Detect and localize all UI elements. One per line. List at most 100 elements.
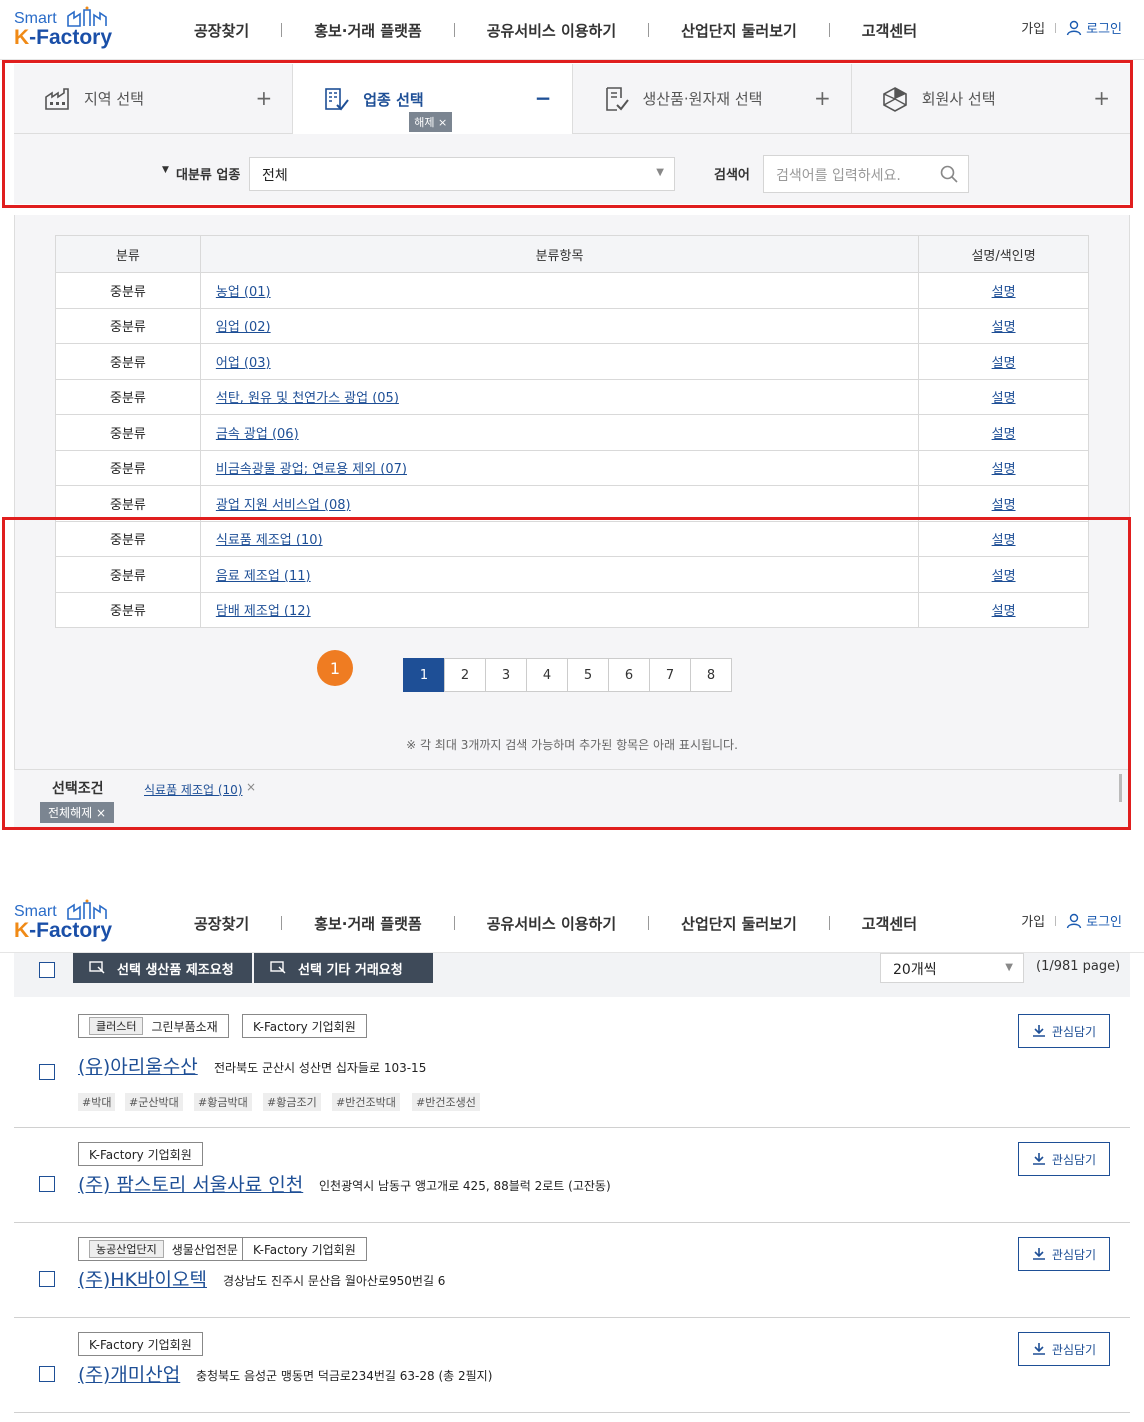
company-checkbox[interactable] bbox=[39, 1366, 55, 1382]
row-item-cell: 금속 광업 (06) bbox=[199, 414, 920, 451]
company-hashtag[interactable]: #반건조박대 bbox=[332, 1093, 400, 1111]
tab-member[interactable]: 회원사 선택 + bbox=[851, 64, 1130, 134]
page-6-button[interactable]: 6 bbox=[608, 658, 650, 692]
company-tag: K-Factory 기업회원 bbox=[78, 1142, 203, 1166]
row-desc-link[interactable]: 설명 bbox=[992, 498, 1016, 513]
company-hashtag[interactable]: #박대 bbox=[78, 1093, 116, 1111]
row-item-link[interactable]: 어업 (03) bbox=[216, 356, 271, 371]
company-hashtag[interactable]: #황금박대 bbox=[194, 1093, 252, 1111]
add-favorite-button[interactable]: 관심담기 bbox=[1018, 1142, 1110, 1176]
row-item-link[interactable]: 담배 제조업 (12) bbox=[216, 604, 311, 619]
add-favorite-button[interactable]: 관심담기 bbox=[1018, 1237, 1110, 1271]
tab-product-expand-icon[interactable]: + bbox=[814, 86, 831, 110]
add-favorite-button[interactable]: 관심담기 bbox=[1018, 1332, 1110, 1366]
row-item-link[interactable]: 음료 제조업 (11) bbox=[216, 569, 311, 584]
nav-customer-center[interactable]: 고객센터 bbox=[844, 913, 935, 934]
login-label: 로그인 bbox=[1086, 22, 1122, 37]
nav-promo-platform[interactable]: 홍보·거래 플랫폼 bbox=[296, 20, 440, 41]
nav-industrial-complex[interactable]: 산업단지 둘러보기 bbox=[663, 20, 815, 41]
selected-condition-item[interactable]: 식료품 제조업 (10) bbox=[144, 781, 243, 798]
add-favorite-label: 관심담기 bbox=[1051, 1247, 1097, 1262]
trade-request-button[interactable]: 선택 기타 거래요청 bbox=[254, 953, 433, 983]
nav-customer-center[interactable]: 고객센터 bbox=[844, 20, 935, 41]
nav-promo-platform[interactable]: 홍보·거래 플랫폼 bbox=[296, 913, 440, 934]
page-1-button[interactable]: 1 bbox=[403, 658, 445, 692]
row-desc-link[interactable]: 설명 bbox=[992, 569, 1016, 584]
page-8-button[interactable]: 8 bbox=[690, 658, 732, 692]
per-page-value: 20개씩 bbox=[893, 962, 937, 978]
row-item-link[interactable]: 비금속광물 광업; 연료용 제외 (07) bbox=[216, 462, 407, 477]
nav-factory-search[interactable]: 공장찾기 bbox=[176, 20, 267, 41]
tab-industry-collapse-icon[interactable]: − bbox=[535, 86, 552, 110]
tab-member-expand-icon[interactable]: + bbox=[1093, 86, 1110, 110]
login-link[interactable]: 로그인 bbox=[1066, 911, 1122, 930]
nav-factory-search[interactable]: 공장찾기 bbox=[176, 913, 267, 934]
row-item-link[interactable]: 광업 지원 서비스업 (08) bbox=[216, 498, 351, 513]
select-all-checkbox[interactable] bbox=[39, 962, 55, 978]
company-checkbox[interactable] bbox=[39, 1176, 55, 1192]
company-checkbox[interactable] bbox=[39, 1064, 55, 1080]
tab-industry[interactable]: 업종 선택 − 해제 × bbox=[293, 64, 573, 134]
company-checkbox[interactable] bbox=[39, 1271, 55, 1287]
row-desc-link[interactable]: 설명 bbox=[992, 427, 1016, 442]
nav-divider bbox=[281, 23, 283, 37]
row-desc-link[interactable]: 설명 bbox=[992, 320, 1016, 335]
util-menu: 가입 로그인 bbox=[1021, 911, 1122, 930]
nav-shared-service[interactable]: 공유서비스 이용하기 bbox=[469, 20, 634, 41]
company-name-link[interactable]: (주)HK바이오텍 bbox=[78, 1265, 207, 1292]
add-favorite-label: 관심담기 bbox=[1051, 1024, 1097, 1039]
add-favorite-button[interactable]: 관심담기 bbox=[1018, 1014, 1110, 1048]
category-select[interactable]: 전체 ▼ bbox=[249, 157, 675, 191]
row-desc-link[interactable]: 설명 bbox=[992, 356, 1016, 371]
clear-all-button[interactable]: 전체해제 × bbox=[40, 802, 115, 823]
company-hashtag[interactable]: #군산박대 bbox=[125, 1093, 183, 1111]
tab-region[interactable]: 지역 선택 + bbox=[14, 64, 294, 134]
search-icon[interactable] bbox=[940, 165, 958, 183]
search-label: 검색어 bbox=[714, 168, 750, 183]
row-desc-link[interactable]: 설명 bbox=[992, 604, 1016, 619]
row-desc-cell: 설명 bbox=[918, 272, 1089, 309]
row-item-link[interactable]: 농업 (01) bbox=[216, 285, 271, 300]
nav-industrial-complex[interactable]: 산업단지 둘러보기 bbox=[663, 913, 815, 934]
nav-shared-service[interactable]: 공유서비스 이용하기 bbox=[469, 913, 634, 934]
join-link[interactable]: 가입 bbox=[1021, 18, 1045, 37]
industry-clear-chip[interactable]: 해제 × bbox=[409, 112, 453, 132]
page-7-button[interactable]: 7 bbox=[649, 658, 691, 692]
per-page-select[interactable]: 20개씩 ▼ bbox=[880, 953, 1024, 983]
remove-condition-icon[interactable]: × bbox=[246, 780, 256, 794]
produce-request-button[interactable]: 선택 생산품 제조요청 bbox=[73, 953, 252, 983]
search-input[interactable]: 검색어를 입력하세요. bbox=[763, 155, 969, 193]
logo[interactable]: Smart K-Factory bbox=[14, 899, 114, 947]
main-nav: 공장찾기 홍보·거래 플랫폼 공유서비스 이용하기 산업단지 둘러보기 고객센터 bbox=[176, 893, 935, 953]
row-desc-link[interactable]: 설명 bbox=[992, 391, 1016, 406]
company-row: K-Factory 기업회원 (주)개미산업 충청북도 음성군 맹동면 덕금로234… bbox=[14, 1318, 1130, 1413]
join-link[interactable]: 가입 bbox=[1021, 911, 1045, 930]
page-3-button[interactable]: 3 bbox=[485, 658, 527, 692]
logo[interactable]: Smart K-Factory bbox=[14, 6, 114, 54]
row-item-link[interactable]: 식료품 제조업 (10) bbox=[216, 533, 323, 548]
login-link[interactable]: 로그인 bbox=[1066, 18, 1122, 37]
row-type: 중분류 bbox=[55, 449, 201, 486]
company-name-link[interactable]: (주)개미산업 bbox=[78, 1360, 180, 1387]
tab-product-material[interactable]: 생산품·원자재 선택 + bbox=[572, 64, 852, 134]
page-2-button[interactable]: 2 bbox=[444, 658, 486, 692]
row-item-cell: 식료품 제조업 (10) bbox=[199, 520, 920, 557]
add-favorite-label: 관심담기 bbox=[1051, 1342, 1097, 1357]
company-hashtag[interactable]: #황금조기 bbox=[263, 1093, 321, 1111]
row-item-link[interactable]: 석탄, 원유 및 천연가스 광업 (05) bbox=[216, 391, 399, 406]
row-item-link[interactable]: 금속 광업 (06) bbox=[216, 427, 299, 442]
company-tag-label: 그린부품소재 bbox=[151, 1019, 218, 1034]
company-hashtag[interactable]: #반건조생선 bbox=[412, 1093, 480, 1111]
tab-region-expand-icon[interactable]: + bbox=[255, 86, 272, 110]
row-type: 중분류 bbox=[55, 485, 201, 522]
row-desc-link[interactable]: 설명 bbox=[992, 533, 1016, 548]
company-name-link[interactable]: (주) 팜스토리 서울사료 인천 bbox=[78, 1170, 303, 1197]
company-row: 클러스터 그린부품소재 K-Factory 기업회원 (유)아리울수산 전라북도 군산시… bbox=[14, 1000, 1130, 1128]
page-4-button[interactable]: 4 bbox=[526, 658, 568, 692]
conditions-scrollbar[interactable] bbox=[1119, 774, 1122, 802]
row-desc-link[interactable]: 설명 bbox=[992, 285, 1016, 300]
company-name-link[interactable]: (유)아리울수산 bbox=[78, 1052, 198, 1079]
page-5-button[interactable]: 5 bbox=[567, 658, 609, 692]
row-item-link[interactable]: 임업 (02) bbox=[216, 320, 271, 335]
row-desc-link[interactable]: 설명 bbox=[992, 462, 1016, 477]
